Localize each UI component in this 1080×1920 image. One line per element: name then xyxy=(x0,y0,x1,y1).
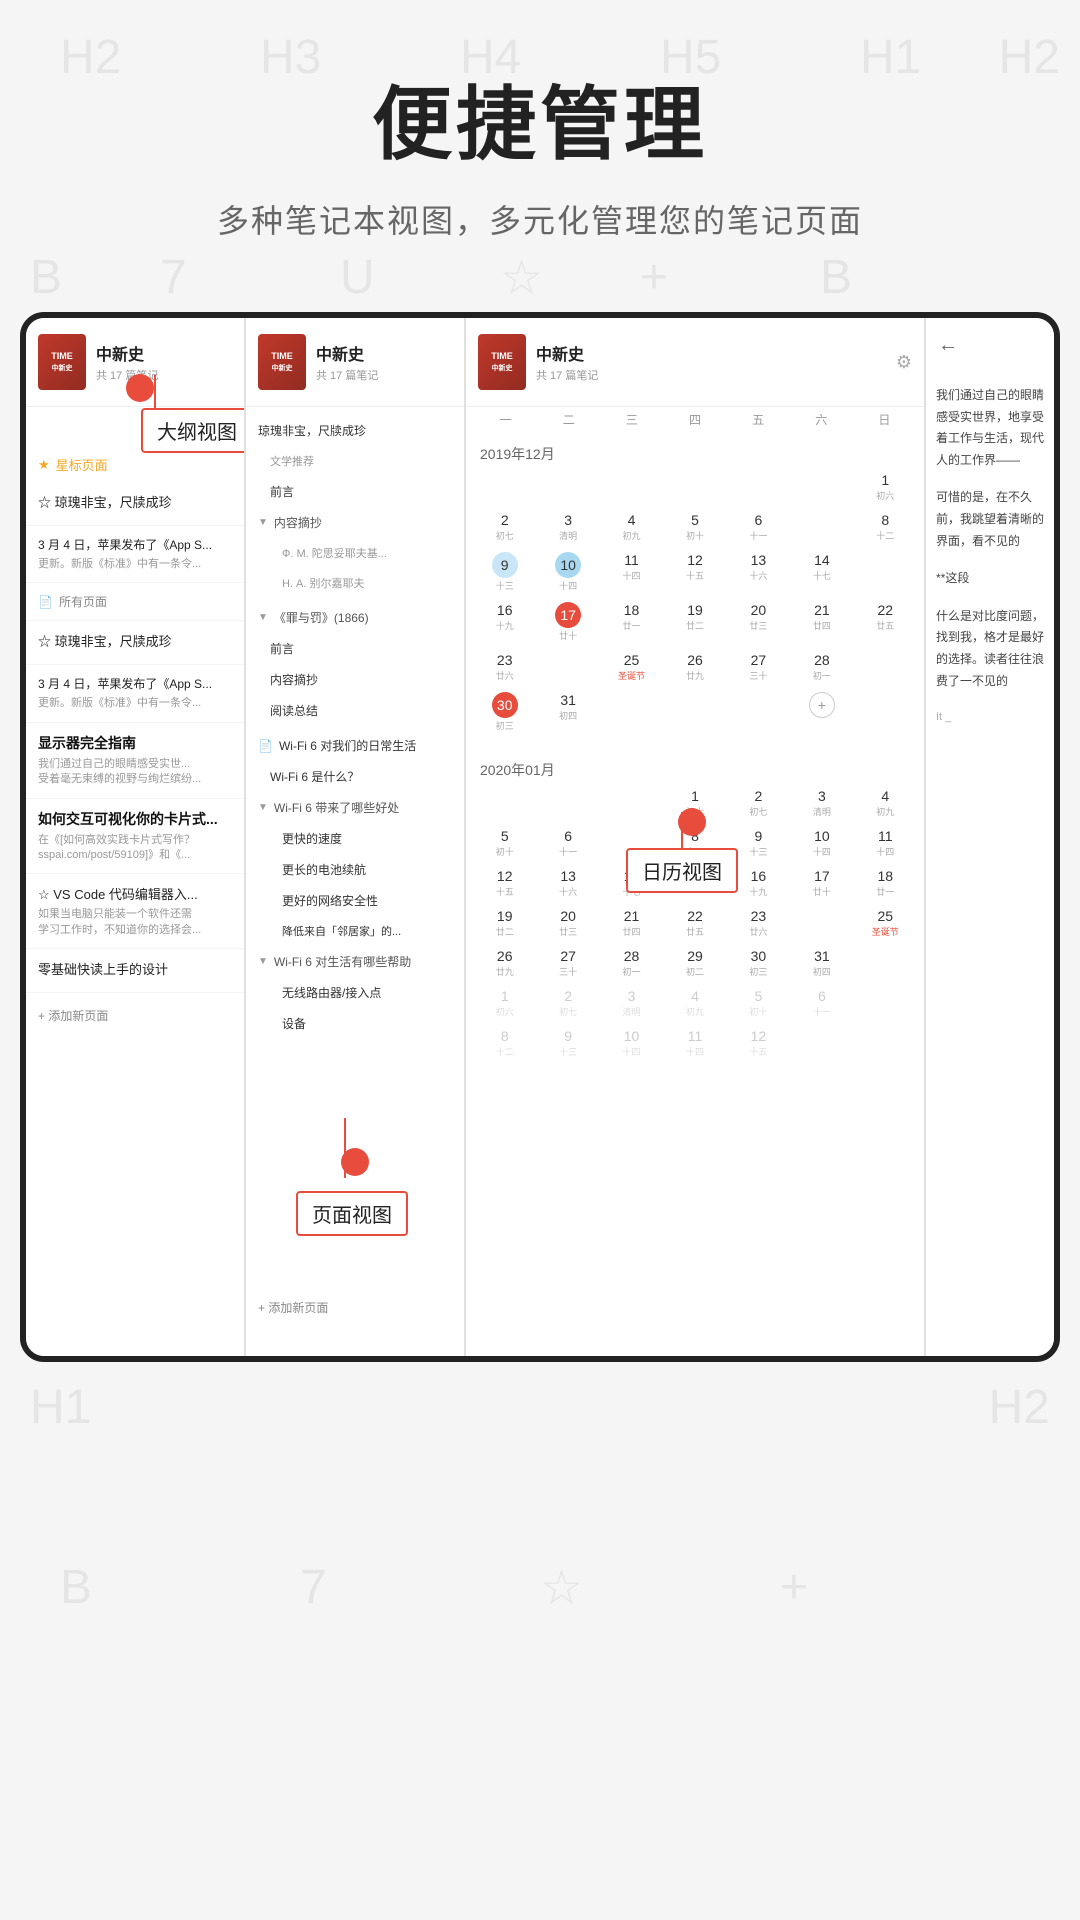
list-item: 显示器完全指南 我们通过自己的眼睛感受实世...受着毫无束缚的视野与绚烂缤纷..… xyxy=(26,723,244,799)
gear-icon[interactable]: ⚙ xyxy=(896,352,912,373)
outline-item: 📄Wi-Fi 6 对我们的日常生活 xyxy=(246,730,464,761)
notebook-header-3: TIME 中新史 中新史 共 17 篇笔记 ⚙ xyxy=(466,318,924,407)
calendar-grid-dec: 1初六 2初七 3清明 4初九 5初十 6十一 8十二 9十三 10十四 11十… xyxy=(466,468,924,736)
red-dot-1 xyxy=(126,374,154,402)
header-section: 便捷管理 多种笔记本视图，多元化管理您的笔记页面 xyxy=(0,0,1080,272)
annotation-page-view: 页面视图 xyxy=(296,1191,408,1236)
list-item: ☆ 琼瑰非宝，尺牍成珍 xyxy=(26,621,244,665)
annotation-calendar-view: 日历视图 xyxy=(626,848,738,893)
outline-item: Wi-Fi 6 是什么？ xyxy=(246,761,464,792)
notebook-count-2: 共 17 篇笔记 xyxy=(316,367,378,383)
outline-item: Ф. М. 陀思妥耶夫基... xyxy=(246,538,464,568)
outline-item: 阅读总结 xyxy=(246,695,464,726)
calendar-weekdays: 一 二 三 四 五 六 日 xyxy=(466,407,924,432)
outline-item: 更快的速度 xyxy=(246,823,464,854)
panel-reading: ← 我们通过自己的眼睛感受实世界，地享受着工作与生活，现代人的工作界—— 可惜的… xyxy=(924,318,1054,1356)
annotation-line-2 xyxy=(344,1118,346,1178)
outline-item: 更长的电池续航 xyxy=(246,854,464,885)
notebook-name-1: 中新史 xyxy=(96,341,158,365)
month-label-dec: 2019年12月 xyxy=(466,436,924,468)
list-item: ☆ 琼瑰非宝，尺牍成珍 xyxy=(26,482,244,526)
outline-item: 前言 xyxy=(246,476,464,507)
all-pages-item: 📄 所有页面 xyxy=(26,583,244,621)
notebook-cover-1: TIME 中新史 xyxy=(38,334,86,390)
outline-item: 前言 xyxy=(246,633,464,664)
outline-item: 无线路由器/接入点 xyxy=(246,977,464,1008)
annotation-line-1 xyxy=(154,375,156,411)
outline-item: 文学推荐 xyxy=(246,446,464,476)
outline-item: ▼Wi-Fi 6 对生活有哪些帮助 xyxy=(246,946,464,977)
list-item: ☆ VS Code 代码编辑器入... 如果当电脑只能装一个软件还需学习工作时，… xyxy=(26,874,244,949)
annotation-line-3 xyxy=(681,812,683,852)
notebook-count-3: 共 17 篇笔记 xyxy=(536,367,896,383)
list-item: 如何交互可视化你的卡片式... 在《[如何高效实践卡片式写作？sspai.com… xyxy=(26,799,244,875)
notebook-cover-3: TIME 中新史 xyxy=(478,334,526,390)
outline-item: ▼内容摘抄 xyxy=(246,507,464,538)
reading-content: 我们通过自己的眼睛感受实世界，地享受着工作与生活，现代人的工作界—— 可惜的是，… xyxy=(926,373,1054,740)
page-subtitle: 多种笔记本视图，多元化管理您的笔记页面 xyxy=(0,196,1080,242)
month-label-jan: 2020年01月 xyxy=(466,752,924,784)
outline-item: 设备 xyxy=(246,1008,464,1039)
outline-item: 内容摘抄 xyxy=(246,664,464,695)
back-button[interactable]: ← xyxy=(926,318,1054,373)
panel-calendar: TIME 中新史 中新史 共 17 篇笔记 ⚙ 一 二 三 四 五 六 日 20… xyxy=(466,318,924,1356)
outline-item: ▼《罪与罚》(1866) xyxy=(246,602,464,633)
outline-item: Н. А. 别尔嘉耶夫 xyxy=(246,568,464,598)
add-page-btn-2[interactable]: + 添加新页面 xyxy=(246,1289,340,1326)
outline-item: 琼瑰非宝，尺牍成珍 xyxy=(246,415,464,446)
list-item: 3 月 4 日，苹果发布了《App S... 更新。新版《标准》中有一条令... xyxy=(26,526,244,583)
outline-item: 更好的网络安全性 xyxy=(246,885,464,916)
notebook-header-2: TIME 中新史 中新史 共 17 篇笔记 xyxy=(246,318,464,407)
notebook-cover-2: TIME 中新史 xyxy=(258,334,306,390)
device-screenshot: TIME 中新史 中新史 共 17 篇笔记 大纲视图 ★ 星标页面 ☆ 琼瑰非 xyxy=(20,312,1060,1362)
notebook-name-2: 中新史 xyxy=(316,341,378,365)
outline-item: 降低来自「邻居家」的... xyxy=(246,916,464,946)
list-item: 零基础快读上手的设计 xyxy=(26,949,244,993)
annotation-outline-view: 大纲视图 xyxy=(141,408,246,453)
add-page-btn-1[interactable]: + 添加新页面 xyxy=(26,997,244,1034)
outline-item: ▼Wi-Fi 6 带来了哪些好处 xyxy=(246,792,464,823)
notebook-name-3: 中新史 xyxy=(536,341,896,365)
list-item: 3 月 4 日，苹果发布了《App S... 更新。新版《标准》中有一条令... xyxy=(26,665,244,722)
panel-outline: TIME 中新史 中新史 共 17 篇笔记 琼瑰非宝，尺牍成珍 文学推荐 前言 … xyxy=(246,318,466,1356)
panel-list: TIME 中新史 中新史 共 17 篇笔记 大纲视图 ★ 星标页面 ☆ 琼瑰非 xyxy=(26,318,246,1356)
page-title: 便捷管理 xyxy=(0,60,1080,176)
